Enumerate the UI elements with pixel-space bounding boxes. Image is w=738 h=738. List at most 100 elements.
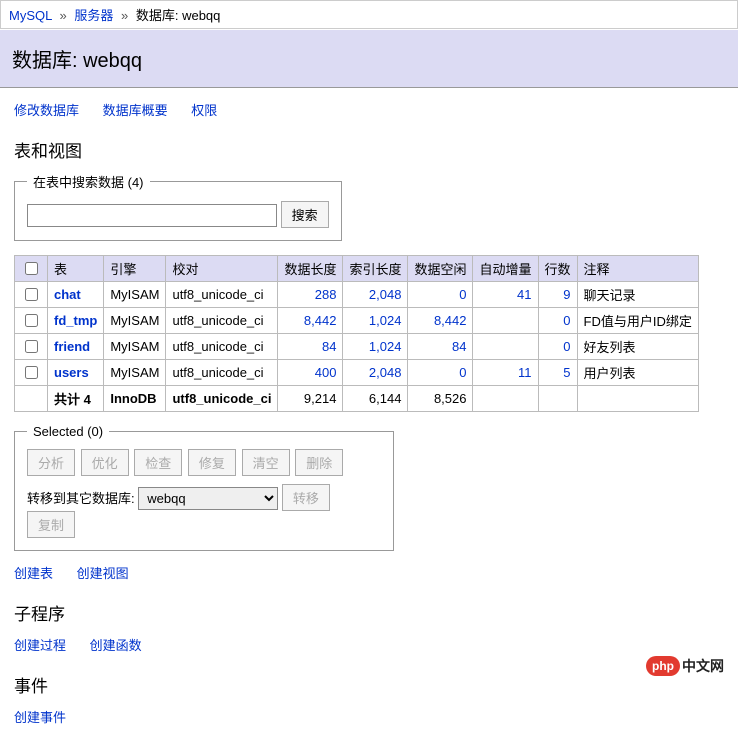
cell-comment: FD值与用户ID绑定	[577, 308, 698, 334]
search-legend: 在表中搜索数据 (4)	[27, 172, 150, 191]
cell-rows: 0	[538, 308, 577, 334]
cell-comment: 好友列表	[577, 334, 698, 360]
row-checkbox[interactable]	[25, 314, 38, 327]
top-links: 修改数据库 数据库概要 权限	[14, 100, 724, 119]
totals-data-free: 8,526	[408, 386, 473, 412]
check-all[interactable]	[25, 262, 38, 275]
link-create-view[interactable]: 创建视图	[77, 566, 129, 581]
breadcrumb-db-name: webqq	[182, 8, 220, 23]
move-button[interactable]: 转移	[282, 484, 330, 511]
brand-logo: php 中文网	[646, 656, 724, 676]
cell-data-length: 400	[278, 360, 343, 386]
link-create-table[interactable]: 创建表	[14, 566, 53, 581]
table-link[interactable]: friend	[54, 339, 90, 354]
cell-data-free: 0	[408, 282, 473, 308]
cell-index-length: 1,024	[343, 334, 408, 360]
col-comment[interactable]: 注释	[577, 256, 698, 282]
search-fieldset: 在表中搜索数据 (4)	[14, 172, 342, 241]
totals-label: 共计 4	[48, 386, 104, 412]
link-create-procedure[interactable]: 创建过程	[14, 638, 66, 653]
breadcrumb-sep: »	[59, 8, 66, 23]
cell-comment: 聊天记录	[577, 282, 698, 308]
row-checkbox[interactable]	[25, 288, 38, 301]
col-checkbox	[15, 256, 48, 282]
table-row: chat MyISAMutf8_unicode_ci2882,0480419聊天记…	[15, 282, 699, 308]
cell-data-length: 8,442	[278, 308, 343, 334]
cell-engine: MyISAM	[104, 360, 166, 386]
breadcrumb: MySQL » 服务器 » 数据库: webqq	[0, 0, 738, 29]
row-checkbox[interactable]	[25, 366, 38, 379]
cell-engine: MyISAM	[104, 282, 166, 308]
totals-collation: utf8_unicode_ci	[166, 386, 278, 412]
section-events: 事件	[14, 672, 724, 697]
totals-data-length: 9,214	[278, 386, 343, 412]
copy-button[interactable]: 复制	[27, 511, 75, 538]
cell-auto-increment	[473, 334, 538, 360]
cell-index-length: 2,048	[343, 360, 408, 386]
totals-index-length: 6,144	[343, 386, 408, 412]
link-create-function[interactable]: 创建函数	[90, 638, 142, 653]
col-auto-increment[interactable]: 自动增量	[473, 256, 538, 282]
col-table[interactable]: 表	[48, 256, 104, 282]
row-checkbox[interactable]	[25, 340, 38, 353]
check-button[interactable]: 检查	[134, 449, 182, 476]
move-label: 转移到其它数据库:	[27, 491, 135, 506]
cell-data-length: 84	[278, 334, 343, 360]
cell-collation: utf8_unicode_ci	[166, 334, 278, 360]
truncate-button[interactable]: 清空	[242, 449, 290, 476]
cell-data-free: 84	[408, 334, 473, 360]
table-link[interactable]: users	[54, 365, 89, 380]
totals-engine: InnoDB	[104, 386, 166, 412]
selected-fieldset: Selected (0) 分析 优化 检查 修复 清空 删除 转移到其它数据库:…	[14, 424, 394, 551]
brand-text: 中文网	[682, 656, 724, 676]
link-create-event[interactable]: 创建事件	[14, 710, 66, 725]
cell-comment: 用户列表	[577, 360, 698, 386]
link-alter-db[interactable]: 修改数据库	[14, 103, 79, 118]
col-index-length[interactable]: 索引长度	[343, 256, 408, 282]
brand-badge: php	[646, 656, 680, 676]
move-target-select[interactable]: webqq	[138, 487, 278, 510]
cell-data-length: 288	[278, 282, 343, 308]
cell-collation: utf8_unicode_ci	[166, 360, 278, 386]
table-row: fd_tmpMyISAMutf8_unicode_ci8,4421,0248,4…	[15, 308, 699, 334]
breadcrumb-mysql[interactable]: MySQL	[9, 8, 52, 23]
section-tables-views: 表和视图	[14, 137, 724, 162]
table-row: friendMyISAMutf8_unicode_ci841,024840好友列…	[15, 334, 699, 360]
selected-legend: Selected (0)	[27, 424, 109, 439]
col-rows[interactable]: 行数	[538, 256, 577, 282]
col-collation[interactable]: 校对	[166, 256, 278, 282]
cell-index-length: 1,024	[343, 308, 408, 334]
cell-collation: utf8_unicode_ci	[166, 308, 278, 334]
cell-index-length: 2,048	[343, 282, 408, 308]
cell-collation: utf8_unicode_ci	[166, 282, 278, 308]
table-link[interactable]: chat	[54, 287, 81, 302]
cell-rows: 5	[538, 360, 577, 386]
section-routines: 子程序	[14, 600, 724, 625]
drop-button[interactable]: 删除	[295, 449, 343, 476]
link-privileges[interactable]: 权限	[191, 103, 217, 118]
cell-auto-increment	[473, 308, 538, 334]
col-data-length[interactable]: 数据长度	[278, 256, 343, 282]
tables-table: 表 引擎 校对 数据长度 索引长度 数据空闲 自动增量 行数 注释 chat My…	[14, 255, 699, 412]
breadcrumb-server[interactable]: 服务器	[74, 8, 113, 23]
analyze-button[interactable]: 分析	[27, 449, 75, 476]
search-button[interactable]	[281, 201, 329, 228]
col-data-free[interactable]: 数据空闲	[408, 256, 473, 282]
cell-rows: 0	[538, 334, 577, 360]
cell-rows: 9	[538, 282, 577, 308]
table-row: usersMyISAMutf8_unicode_ci4002,0480115用户…	[15, 360, 699, 386]
cell-data-free: 8,442	[408, 308, 473, 334]
col-engine[interactable]: 引擎	[104, 256, 166, 282]
search-input[interactable]	[27, 204, 277, 227]
link-db-schema[interactable]: 数据库概要	[103, 103, 168, 118]
cell-engine: MyISAM	[104, 334, 166, 360]
repair-button[interactable]: 修复	[188, 449, 236, 476]
cell-data-free: 0	[408, 360, 473, 386]
optimize-button[interactable]: 优化	[81, 449, 129, 476]
cell-auto-increment: 41	[473, 282, 538, 308]
table-link[interactable]: fd_tmp	[54, 313, 97, 328]
cell-engine: MyISAM	[104, 308, 166, 334]
breadcrumb-sep: »	[121, 8, 128, 23]
breadcrumb-db-label: 数据库:	[136, 8, 182, 23]
totals-row: 共计 4 InnoDB utf8_unicode_ci 9,214 6,144 …	[15, 386, 699, 412]
